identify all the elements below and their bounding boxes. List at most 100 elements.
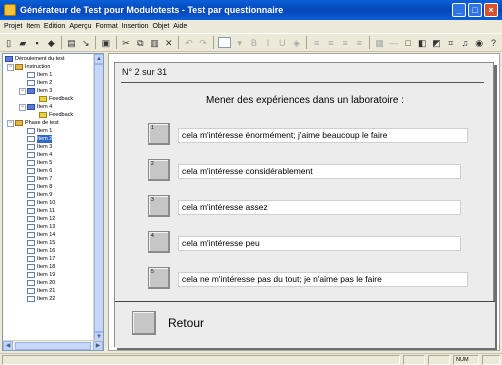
rectangle-icon[interactable]: □ [402,37,413,49]
menu-edition[interactable]: Edition [44,23,65,30]
picture-icon[interactable]: ◩ [431,37,442,49]
tree-node-item[interactable]: Item 1 [27,127,52,135]
minimize-button[interactable]: _ [452,3,466,17]
scroll-left-icon[interactable]: ◀ [3,340,13,350]
item-folder-icon [27,88,35,94]
undo-icon[interactable]: ↶ [183,37,194,49]
toolbar-separator [212,36,214,49]
scroll-up-icon[interactable]: ▲ [94,54,103,64]
tree-node-item[interactable]: Item 10 [27,199,55,207]
align-left-icon[interactable]: ≡ [311,37,322,49]
menu-format[interactable]: Format [96,23,118,30]
maximize-button[interactable]: □ [468,3,482,17]
collapse-icon[interactable]: − [7,120,14,127]
tree-node-item[interactable]: Item 11 [27,207,55,215]
menu-aide[interactable]: Aide [173,23,187,30]
menu-apercu[interactable]: Aperçu [69,23,91,30]
menu-item[interactable]: Item [26,23,40,30]
resize-icon[interactable]: ⌗ [445,37,456,49]
tree-node-root[interactable]: Déroulement du test [5,55,65,63]
view-icon[interactable]: ▣ [100,37,111,49]
tree-node-feedback[interactable]: Feedback [39,95,73,103]
tree-vertical-scrollbar[interactable]: ▲ ▼ [93,54,103,342]
app-icon [4,4,16,16]
tool-icon[interactable]: ↘ [80,37,91,49]
scroll-thumb[interactable] [15,341,91,350]
tree-node-item[interactable]: Item 9 [27,191,52,199]
tree-node-instruction[interactable]: Instruction [15,63,50,71]
new-file-icon[interactable]: ▯ [3,37,14,49]
menu-projet[interactable]: Projet [4,23,22,30]
menu-objet[interactable]: Objet [153,23,170,30]
open-folder-icon[interactable]: ▰ [17,37,28,49]
tree-node-item[interactable]: Item 3 [27,143,52,151]
collapse-icon[interactable]: − [7,64,14,71]
tree-node-item[interactable]: Item 14 [27,231,55,239]
tree-node-item[interactable]: Item 18 [27,263,55,271]
tree-node-item[interactable]: Item 6 [27,167,52,175]
item-icon [27,184,35,190]
tree-node-item[interactable]: Item 15 [27,239,55,247]
close-button[interactable]: × [484,3,498,17]
tree-node-item-selected[interactable]: Item 2 [27,135,53,143]
tree-node-item[interactable]: Item 19 [27,271,55,279]
tree-node-item[interactable]: Item 17 [27,255,55,263]
tree-node-feedback[interactable]: Feedback [39,111,73,119]
redo-icon[interactable]: ↷ [198,37,209,49]
tree-node-item[interactable]: Item 12 [27,215,55,223]
answer-3-button[interactable]: 3 [148,195,170,217]
tree-node-item[interactable]: Item 16 [27,247,55,255]
tree-node-item[interactable]: Item 8 [27,183,52,191]
image-icon[interactable]: ▦ [374,37,385,49]
answer-5-button[interactable]: 5 [148,267,170,289]
align-right-icon[interactable]: ≡ [340,37,351,49]
tree-node-phase[interactable]: Phase de test [15,119,59,127]
tree-node-item[interactable]: Item 20 [27,279,55,287]
sound-icon[interactable]: ♫ [459,37,470,49]
tree-node-item[interactable]: Item 7 [27,175,52,183]
tree-node-item[interactable]: Item 5 [27,159,52,167]
tree-node-item[interactable]: Item 4 [27,103,52,111]
tree-node-item[interactable]: Item 22 [27,295,55,303]
bold-button[interactable]: B [248,37,259,49]
font-color-icon[interactable]: ◈ [291,37,302,49]
delete-icon[interactable]: ✕ [163,37,174,49]
question-counter: N° 2 sur 31 [122,67,168,77]
paste-icon[interactable]: ▥ [149,37,160,49]
tree-node-item[interactable]: Item 1 [27,71,52,79]
underline-button[interactable]: U [277,37,288,49]
preview-icon[interactable]: ◉ [474,37,485,49]
align-center-icon[interactable]: ≡ [325,37,336,49]
tree-node-item[interactable]: Item 13 [27,223,55,231]
answer-4-button[interactable]: 4 [148,231,170,253]
collapse-icon[interactable]: − [19,88,26,95]
answer-2-button[interactable]: 2 [148,159,170,181]
answer-1-button[interactable]: 1 [148,123,170,145]
collapse-icon[interactable]: − [19,104,26,111]
tree-node-item[interactable]: Item 3 [27,87,52,95]
menu-insertion[interactable]: Insertion [122,23,149,30]
publish-icon[interactable]: ◆ [46,37,57,49]
justify-icon[interactable]: ≡ [354,37,365,49]
font-size-icon[interactable]: ▾ [234,37,245,49]
toolbar-separator [95,36,97,49]
scroll-right-icon[interactable]: ▶ [93,340,103,350]
item-icon [27,160,35,166]
line-icon[interactable]: — [388,37,399,49]
help-icon[interactable]: ? [488,37,499,49]
test-structure-tree[interactable]: Déroulement du test − Instruction Item 1… [2,53,104,351]
copy-icon[interactable]: ⧉ [135,37,146,49]
cut-icon[interactable]: ✂ [120,37,131,49]
scroll-thumb[interactable] [94,64,103,332]
italic-button[interactable]: I [262,37,273,49]
tree-node-item[interactable]: Item 4 [27,151,52,159]
back-button[interactable] [132,311,156,335]
answer-number: 1 [151,125,154,131]
tree-node-item[interactable]: Item 21 [27,287,55,295]
tree-horizontal-scrollbar[interactable]: ◀ ▶ [3,340,103,350]
tree-node-item[interactable]: Item 2 [27,79,52,87]
properties-icon[interactable]: ▤ [66,37,77,49]
frame-icon[interactable]: ◧ [417,37,428,49]
save-icon[interactable]: ▪ [31,37,42,49]
font-select[interactable] [217,37,231,48]
